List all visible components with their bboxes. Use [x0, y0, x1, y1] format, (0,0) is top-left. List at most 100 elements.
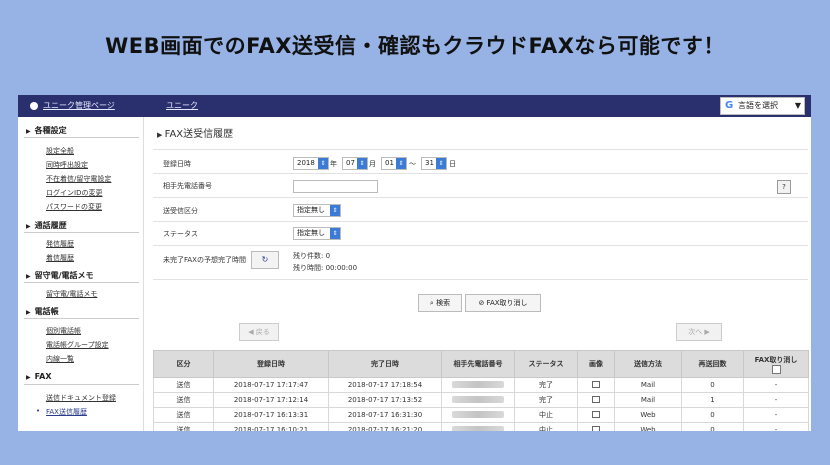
cell-retries: 0: [681, 377, 744, 393]
cell-completed: 2018-07-17 17:18:54: [328, 377, 442, 393]
month-select[interactable]: 07 ⇕: [342, 157, 368, 170]
fax-history-table: 区分 登録日時 完了日時 相手先電話番号 ステータス 画像 送信方法 再送回数 …: [153, 350, 809, 431]
next-page-button[interactable]: 次へ ▶: [676, 323, 722, 341]
col-retries[interactable]: 再送回数: [681, 350, 744, 378]
sidebar-item-fax-history[interactable]: FAX送信履歴: [36, 407, 87, 417]
sidebar-section-fax[interactable]: FAX: [26, 372, 52, 381]
sidebar-section-settings[interactable]: 各種設定: [26, 125, 67, 136]
divider: [24, 318, 139, 319]
divider: [153, 173, 808, 174]
image-icon[interactable]: [592, 425, 600, 431]
day-unit: 日: [449, 160, 456, 168]
sidebar-item-general[interactable]: 設定全般: [46, 146, 74, 156]
sidebar-item-outgoing[interactable]: 発信履歴: [46, 239, 74, 249]
col-image[interactable]: 画像: [577, 350, 615, 378]
table-row[interactable]: 送信 2018-07-17 16:10:21 2018-07-17 16:21:…: [153, 422, 809, 431]
cell-registered: 2018-07-17 16:10:21: [213, 422, 329, 431]
image-icon[interactable]: [592, 395, 600, 403]
cell-partner-redacted: [441, 422, 515, 431]
cell-completed: 2018-07-17 16:31:30: [328, 407, 442, 423]
partner-number-input[interactable]: [293, 180, 378, 193]
admin-page-label: ユニーク管理ページ: [43, 101, 115, 110]
cell-cancel: -: [743, 377, 809, 393]
direction-select[interactable]: 指定無し ⇕: [293, 204, 341, 217]
refresh-button[interactable]: ↻: [251, 251, 279, 269]
col-method[interactable]: 送信方法: [614, 350, 682, 378]
year-value: 2018: [297, 159, 315, 167]
sidebar-section-voicemail[interactable]: 留守電/電話メモ: [26, 270, 94, 281]
range-tilde: 〜: [409, 160, 416, 168]
sidebar-item-simul-call[interactable]: 同時呼出設定: [46, 160, 88, 170]
day-from-value: 01: [385, 159, 394, 167]
sidebar-item-send-doc[interactable]: 送信ドキュメント登録: [46, 393, 116, 403]
partner-number-label: 相手先電話番号: [163, 182, 212, 190]
help-button[interactable]: ?: [777, 180, 791, 194]
chevron-down-icon: ▼: [794, 101, 801, 110]
company-link[interactable]: ユニーク: [166, 95, 198, 117]
search-button[interactable]: ⌕ 検索: [418, 294, 462, 312]
divider: [153, 149, 808, 150]
sidebar-item-incoming[interactable]: 着信履歴: [46, 253, 74, 263]
sidebar: 各種設定 設定全般 同時呼出設定 不在着信/留守電設定 ログインIDの変更 パス…: [18, 117, 144, 431]
sidebar-item-personal-phonebook[interactable]: 個別電話帳: [46, 326, 81, 336]
col-status[interactable]: ステータス: [514, 350, 578, 378]
day-to-select[interactable]: 31 ⇕: [421, 157, 447, 170]
direction-label: 送受信区分: [163, 207, 198, 215]
col-registered[interactable]: 登録日時: [213, 350, 329, 378]
divider: [153, 197, 808, 198]
redacted-number: [452, 410, 504, 418]
cell-partner-redacted: [441, 377, 515, 393]
chevron-icon: ⇕: [396, 158, 406, 169]
month-unit: 月: [369, 160, 376, 168]
cell-kind: 送信: [153, 407, 214, 423]
app-screen: ユニーク管理ページ ユニーク G 言語を選択 ▼ 各種設定 設定全般 同時呼出設…: [18, 95, 811, 431]
table-row[interactable]: 送信 2018-07-17 16:13:31 2018-07-17 16:31:…: [153, 407, 809, 423]
cell-registered: 2018-07-17 17:17:47: [213, 377, 329, 393]
banner-title: WEB画面でのFAX送受信・確認もクラウドFAXなら可能です！: [105, 34, 725, 58]
admin-page-link[interactable]: ユニーク管理ページ: [18, 95, 158, 117]
col-cancel-label: FAX取り消し: [754, 355, 798, 364]
col-partner[interactable]: 相手先電話番号: [441, 350, 515, 378]
sidebar-item-absence[interactable]: 不在着信/留守電設定: [46, 174, 111, 184]
sidebar-section-call-history[interactable]: 通話履歴: [26, 220, 67, 231]
cell-completed: 2018-07-17 16:21:20: [328, 422, 442, 431]
direction-value: 指定無し: [297, 206, 325, 214]
cell-method: Web: [614, 422, 682, 431]
select-all-checkbox[interactable]: [771, 364, 781, 374]
cell-image: [577, 422, 615, 431]
year-select[interactable]: 2018 ⇕: [293, 157, 329, 170]
day-from-select[interactable]: 01 ⇕: [381, 157, 407, 170]
col-kind[interactable]: 区分: [153, 350, 214, 378]
pending-fax-label: 未完了FAXの予想完了時間: [163, 256, 246, 264]
sidebar-item-voicemail[interactable]: 留守電/電話メモ: [46, 289, 97, 299]
sidebar-item-login-id[interactable]: ログインIDの変更: [46, 188, 102, 198]
chevron-icon: ⇕: [330, 228, 340, 239]
top-nav-bar: ユニーク管理ページ ユニーク G 言語を選択 ▼: [18, 95, 811, 117]
cell-image: [577, 377, 615, 393]
table-row[interactable]: 送信 2018-07-17 17:17:47 2018-07-17 17:18:…: [153, 377, 809, 393]
cell-partner-redacted: [441, 407, 515, 423]
prev-page-button[interactable]: ◀ 戻る: [239, 323, 279, 341]
sidebar-section-phonebook[interactable]: 電話帳: [26, 306, 59, 317]
cell-cancel: -: [743, 422, 809, 431]
table-row[interactable]: 送信 2018-07-17 17:12:14 2018-07-17 17:13:…: [153, 392, 809, 408]
sidebar-item-extensions[interactable]: 内線一覧: [46, 354, 74, 364]
cell-kind: 送信: [153, 422, 214, 431]
cell-image: [577, 392, 615, 408]
cell-retries: 0: [681, 407, 744, 423]
language-select[interactable]: G 言語を選択 ▼: [720, 97, 805, 115]
chevron-icon: ⇕: [436, 158, 446, 169]
sidebar-item-phonebook-groups[interactable]: 電話帳グループ設定: [46, 340, 109, 350]
col-completed[interactable]: 完了日時: [328, 350, 442, 378]
image-icon[interactable]: [592, 380, 600, 388]
cell-method: Mail: [614, 377, 682, 393]
google-icon: G: [725, 100, 734, 111]
image-icon[interactable]: [592, 410, 600, 418]
cell-retries: 1: [681, 392, 744, 408]
fax-cancel-button[interactable]: ⊘ FAX取り消し: [465, 294, 541, 312]
sidebar-item-password[interactable]: パスワードの変更: [46, 202, 102, 212]
redacted-number: [452, 425, 504, 431]
status-value: 指定無し: [297, 229, 325, 237]
status-select[interactable]: 指定無し ⇕: [293, 227, 341, 240]
table-header-row: 区分 登録日時 完了日時 相手先電話番号 ステータス 画像 送信方法 再送回数 …: [153, 350, 809, 378]
